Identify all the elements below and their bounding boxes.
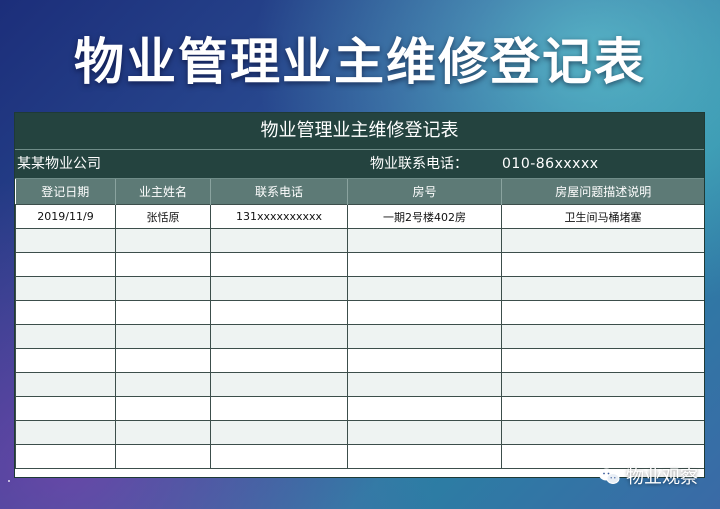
table-row xyxy=(15,252,704,277)
table-cell[interactable] xyxy=(347,420,502,445)
table-row: 2019/11/9 张恬原 131xxxxxxxxxx 一期2号楼402房 卫生间马桶堵… xyxy=(15,204,704,229)
table-cell[interactable] xyxy=(501,324,704,349)
table-cell[interactable] xyxy=(501,228,704,253)
table-cell[interactable] xyxy=(210,348,348,373)
sheet-title: 物业管理业主维修登记表 xyxy=(15,113,704,150)
table-cell[interactable]: 131xxxxxxxxxx xyxy=(210,204,348,229)
table-row xyxy=(15,276,704,301)
table-row xyxy=(15,300,704,325)
table-row xyxy=(15,348,704,373)
table-cell[interactable] xyxy=(501,300,704,325)
table-cell[interactable] xyxy=(15,276,116,301)
watermark: 物业观察 xyxy=(598,463,698,489)
table-cell[interactable] xyxy=(115,228,211,253)
table-cell[interactable] xyxy=(347,444,502,469)
table-cell[interactable] xyxy=(501,348,704,373)
table-cell[interactable]: 卫生间马桶堵塞 xyxy=(501,204,704,229)
table-cell[interactable] xyxy=(210,300,348,325)
table-row xyxy=(15,372,704,397)
table-cell[interactable] xyxy=(347,348,502,373)
star-decoration xyxy=(8,480,10,482)
table-cell[interactable] xyxy=(15,420,116,445)
table-cell[interactable] xyxy=(15,252,116,277)
table-cell[interactable] xyxy=(115,348,211,373)
column-header: 登记日期 xyxy=(15,179,116,205)
table-cell[interactable]: 张恬原 xyxy=(115,204,211,229)
phone-label: 物业联系电话： xyxy=(370,156,468,172)
table-cell[interactable] xyxy=(347,252,502,277)
table-cell[interactable] xyxy=(347,300,502,325)
table-cell[interactable] xyxy=(115,252,211,277)
table-cell[interactable] xyxy=(115,372,211,397)
table-cell[interactable] xyxy=(210,276,348,301)
table-cell[interactable] xyxy=(115,444,211,469)
column-header: 房屋问题描述说明 xyxy=(501,179,704,205)
table-row xyxy=(15,420,704,445)
table-cell[interactable] xyxy=(210,228,348,253)
column-header: 联系电话 xyxy=(210,179,348,205)
phone-value: 010-86xxxxx xyxy=(502,156,599,172)
company-name: 某某物业公司 xyxy=(17,156,101,172)
table-cell[interactable] xyxy=(115,420,211,445)
table-header-row: 登记日期 业主姓名 联系电话 房号 房屋问题描述说明 xyxy=(15,179,704,205)
table-cell[interactable] xyxy=(210,252,348,277)
table-cell[interactable] xyxy=(501,252,704,277)
table-row xyxy=(15,228,704,253)
registration-sheet: 物业管理业主维修登记表 某某物业公司 物业联系电话： 010-86xxxxx 登… xyxy=(14,112,705,478)
company-info-row: 某某物业公司 物业联系电话： 010-86xxxxx xyxy=(15,150,704,179)
table-cell[interactable] xyxy=(347,228,502,253)
watermark-text: 物业观察 xyxy=(626,467,698,488)
table-cell[interactable] xyxy=(15,372,116,397)
table-cell[interactable] xyxy=(347,396,502,421)
table-cell[interactable] xyxy=(347,324,502,349)
table-cell[interactable] xyxy=(501,372,704,397)
table-cell[interactable] xyxy=(15,444,116,469)
table-cell[interactable] xyxy=(347,276,502,301)
table-cell[interactable] xyxy=(15,228,116,253)
repair-table: 登记日期 业主姓名 联系电话 房号 房屋问题描述说明 2019/11/9 张恬原 1… xyxy=(15,179,704,469)
table-cell[interactable] xyxy=(347,372,502,397)
table-cell[interactable] xyxy=(210,444,348,469)
table-cell[interactable] xyxy=(210,372,348,397)
column-header: 房号 xyxy=(347,179,502,205)
column-header: 业主姓名 xyxy=(115,179,211,205)
table-cell[interactable] xyxy=(115,300,211,325)
table-cell[interactable] xyxy=(115,276,211,301)
table-row xyxy=(15,324,704,349)
table-cell[interactable]: 一期2号楼402房 xyxy=(347,204,502,229)
table-cell[interactable] xyxy=(15,396,116,421)
wechat-icon xyxy=(599,468,620,484)
table-cell[interactable] xyxy=(15,348,116,373)
table-cell[interactable] xyxy=(501,396,704,421)
banner-title: 物业管理业主维修登记表 xyxy=(74,33,646,91)
table-row xyxy=(15,396,704,421)
table-cell[interactable] xyxy=(210,324,348,349)
table-cell[interactable] xyxy=(501,276,704,301)
table-cell[interactable] xyxy=(210,420,348,445)
table-cell[interactable] xyxy=(15,324,116,349)
table-cell[interactable] xyxy=(115,324,211,349)
table-cell[interactable] xyxy=(210,396,348,421)
table-cell[interactable] xyxy=(115,396,211,421)
table-cell[interactable] xyxy=(501,420,704,445)
table-cell[interactable]: 2019/11/9 xyxy=(15,204,116,229)
table-cell[interactable] xyxy=(15,300,116,325)
